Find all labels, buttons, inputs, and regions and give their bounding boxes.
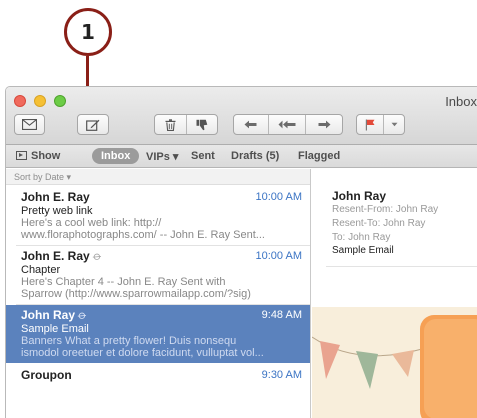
message-header-from: John Ray: [332, 189, 387, 203]
forward-icon: [318, 120, 331, 129]
message-time: 10:00 AM: [255, 250, 302, 262]
window-title: Inbox: [445, 94, 477, 109]
flag-menu-button[interactable]: [384, 115, 404, 134]
show-mailboxes-button[interactable]: Show: [16, 150, 60, 162]
message-preview-line: Here's Chapter 4 -- John E. Ray Sent wit…: [21, 276, 226, 288]
message-sender-name: John E. Ray: [21, 249, 90, 263]
message-time: 9:30 AM: [261, 369, 302, 381]
delete-button[interactable]: [155, 115, 187, 134]
trash-icon: [165, 118, 176, 131]
message-preview: Here's Chapter 4 -- John E. Ray Sent wit…: [21, 276, 303, 300]
favorites-bar: Show Inbox VIPs ▾ Sent Drafts (5) Flagge…: [6, 145, 477, 168]
message-preview-line: ismodol oreetuer et dolore facidunt, vul…: [21, 347, 264, 359]
message-preview: Banners What a pretty flower! Duis nonse…: [21, 335, 303, 359]
message-list-item[interactable]: Groupon 9:30 AM: [6, 369, 310, 409]
sort-by-menu[interactable]: Sort by Date ▾: [6, 169, 310, 185]
reply-group: [233, 114, 343, 135]
reply-all-icon: [278, 120, 296, 129]
get-mail-button[interactable]: [14, 114, 45, 135]
message-preview-line: www.floraphotographs.com/ -- John E. Ray…: [21, 229, 265, 241]
minimize-window-button[interactable]: [34, 95, 46, 107]
message-header-subject: Sample Email: [332, 245, 394, 256]
message-sender: John E. Ray⌀: [21, 248, 105, 264]
reply-button[interactable]: [234, 115, 269, 134]
message-list-item[interactable]: John E. Ray⌀ 10:00 AM Chapter Here's Cha…: [6, 248, 310, 302]
screenshot-stage: 1 Inbox Show Inbox VIPs ▾ Sent Drafts (5…: [0, 0, 477, 418]
compose-icon: [86, 119, 100, 131]
favorite-vips[interactable]: VIPs ▾: [146, 150, 178, 163]
flag-group: [356, 114, 405, 135]
paperclip-icon: ⌀: [90, 248, 105, 264]
show-label: Show: [31, 150, 61, 162]
close-window-button[interactable]: [14, 95, 26, 107]
thumbs-down-icon: [196, 119, 208, 130]
message-subject: Pretty web link: [21, 205, 93, 217]
zoom-window-button[interactable]: [54, 95, 66, 107]
mail-window: Inbox Show Inbox VIPs ▾ Sent Drafts (5) …: [5, 86, 477, 418]
favorite-drafts[interactable]: Drafts (5): [231, 150, 279, 162]
header-divider: [326, 266, 477, 267]
reply-icon: [244, 120, 257, 129]
message-sender-name: John Ray: [21, 308, 76, 322]
favorite-sent[interactable]: Sent: [191, 150, 215, 162]
message-list-item[interactable]: John E. Ray 10:00 AM Pretty web link Her…: [6, 191, 310, 243]
compose-button[interactable]: [77, 114, 109, 135]
message-time: 10:00 AM: [255, 191, 302, 203]
message-header-resent-to: Resent-To: John Ray: [332, 218, 426, 229]
paperclip-icon: ⌀: [75, 307, 90, 323]
favorite-flagged[interactable]: Flagged: [298, 150, 340, 162]
message-subject: Chapter: [21, 264, 61, 276]
message-viewer: John Ray Resent-From: John Ray Resent-To…: [312, 169, 477, 418]
forward-button[interactable]: [306, 115, 342, 134]
sidebar-toggle-icon: [16, 151, 27, 160]
message-sender: John Ray⌀: [21, 307, 90, 323]
message-sender: John E. Ray: [21, 190, 90, 204]
envelope-icon: [22, 119, 37, 130]
message-banner-image: [312, 307, 477, 418]
favorite-inbox[interactable]: Inbox: [92, 148, 140, 164]
delete-junk-group: [154, 114, 218, 135]
message-header-to: To: John Ray: [332, 232, 391, 243]
message-preview-line: Banners What a pretty flower! Duis nonse…: [21, 335, 237, 347]
callout-badge: 1: [64, 8, 112, 56]
message-preview-line: Sparrow (http://www.sparrowmailapp.com/?…: [21, 288, 251, 300]
bunting-illustration: [312, 307, 477, 418]
callout-number: 1: [81, 20, 95, 44]
message-list: Sort by Date ▾ John E. Ray 10:00 AM Pret…: [6, 169, 311, 418]
message-subject: Sample Email: [21, 323, 89, 335]
message-header-resent-from: Resent-From: John Ray: [332, 204, 439, 215]
reply-all-button[interactable]: [269, 115, 307, 134]
message-preview: Here's a cool web link: http:// www.flor…: [21, 217, 303, 241]
flag-icon: [366, 119, 375, 130]
message-sender: Groupon: [21, 368, 72, 382]
chevron-down-icon: [391, 122, 398, 127]
junk-button[interactable]: [187, 115, 218, 134]
message-time: 9:48 AM: [261, 309, 302, 321]
list-divider: [16, 245, 310, 246]
message-preview-line: Here's a cool web link: http://: [21, 217, 162, 229]
window-toolbar: Inbox: [6, 87, 477, 145]
message-list-item-selected[interactable]: John Ray⌀ 9:48 AM Sample Email Banners W…: [6, 305, 310, 363]
flag-button[interactable]: [357, 115, 385, 134]
